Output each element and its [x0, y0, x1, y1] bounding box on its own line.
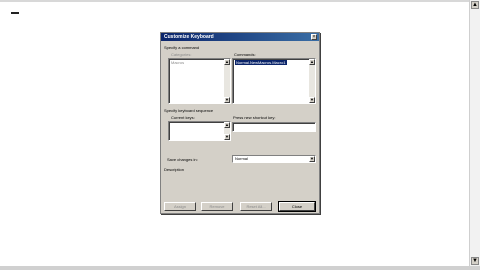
save-changes-select[interactable]: Normal ▼ — [232, 155, 316, 163]
reset-all-button[interactable]: Reset All... — [240, 202, 272, 211]
assign-button[interactable]: Assign — [164, 202, 196, 211]
specify-sequence-label: Specify keyboard sequence — [164, 108, 214, 113]
categories-listbox[interactable]: Macros ▲ ▼ — [168, 58, 231, 104]
commands-listbox[interactable]: Normal.NewMacros.Macro1 ▲ ▼ — [232, 58, 316, 104]
current-keys-listbox[interactable]: ▲ ▼ — [168, 121, 231, 141]
app-horizontal-scrollbar[interactable] — [0, 266, 480, 270]
chevron-down-icon[interactable]: ▼ — [309, 97, 315, 103]
customize-keyboard-dialog: Customize Keyboard × Specify a command C… — [160, 32, 320, 214]
chevron-up-icon[interactable]: ▲ — [224, 122, 230, 128]
remove-button[interactable]: Remove — [201, 202, 233, 211]
chevron-down-icon[interactable]: ▼ — [309, 156, 315, 162]
new-shortcut-input[interactable] — [232, 122, 316, 132]
chevron-down-icon[interactable]: ▼ — [224, 97, 230, 103]
current-keys-label: Current keys: — [171, 115, 195, 120]
window-top-border — [0, 0, 480, 2]
commands-scrollbar[interactable]: ▲ ▼ — [309, 59, 315, 103]
description-label: Description — [164, 167, 185, 172]
cursor-mark — [11, 12, 19, 14]
scroll-up-icon[interactable]: ▲ — [471, 1, 479, 9]
scroll-down-icon[interactable]: ▼ — [471, 257, 479, 265]
dialog-title: Customize Keyboard — [164, 34, 214, 40]
current-keys-scrollbar[interactable]: ▲ ▼ — [224, 122, 230, 140]
close-button[interactable]: Close — [278, 201, 316, 212]
commands-label: Commands: — [234, 52, 256, 57]
new-shortcut-label: Press new shortcut key: — [233, 115, 276, 120]
categories-scrollbar[interactable]: ▲ ▼ — [224, 59, 230, 103]
chevron-down-icon[interactable]: ▼ — [224, 134, 230, 140]
close-icon[interactable]: × — [311, 34, 317, 40]
chevron-up-icon[interactable]: ▲ — [224, 59, 230, 65]
chevron-up-icon[interactable]: ▲ — [309, 59, 315, 65]
specify-command-label: Specify a command — [164, 45, 200, 50]
app-vertical-scrollbar[interactable]: ▲ ▼ — [469, 0, 480, 270]
commands-item-selected[interactable]: Normal.NewMacros.Macro1 — [235, 60, 287, 65]
dialog-titlebar[interactable]: Customize Keyboard × — [161, 33, 319, 41]
categories-item[interactable]: Macros — [171, 60, 184, 65]
categories-label: Categories: — [171, 52, 192, 57]
save-changes-label: Save changes in: — [167, 157, 198, 162]
save-changes-value: Normal — [235, 156, 248, 161]
